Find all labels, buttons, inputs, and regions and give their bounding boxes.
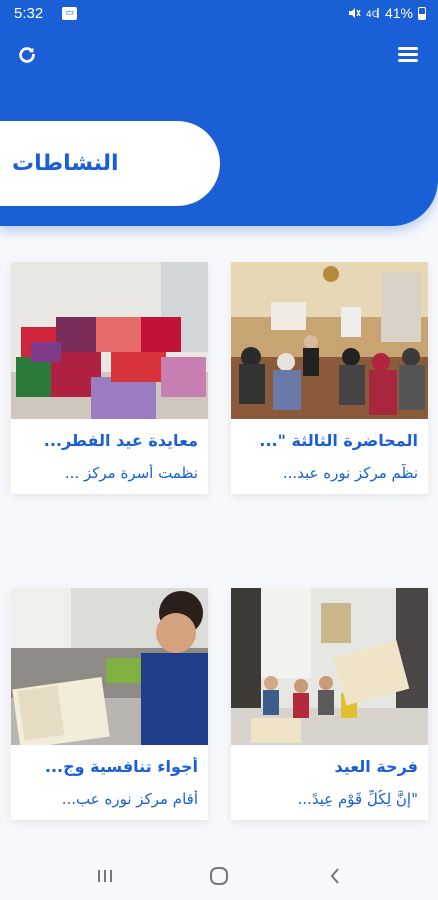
card-description: نظّم مركز نوره عبد... — [282, 464, 418, 482]
recents-icon — [98, 870, 112, 882]
battery-icon — [418, 6, 426, 20]
card-title: معايدة عيد الفطر... — [43, 431, 198, 450]
mute-icon — [348, 8, 361, 18]
page-title: النشاطات — [12, 151, 119, 176]
lecture-hall-photo — [231, 262, 428, 419]
home-button[interactable] — [204, 864, 234, 888]
svg-text:4G: 4G — [366, 10, 379, 20]
card-description: نظمت أسرة مركز ... — [64, 464, 198, 482]
children-reading-quran-photo — [231, 588, 428, 745]
menu-button[interactable] — [396, 44, 422, 66]
card-title: المحاضرة الثالثة "... — [259, 431, 418, 450]
activity-card[interactable]: أجواء تنافسية وج... أقام مركز نوره عب... — [11, 588, 208, 820]
back-icon — [330, 868, 339, 884]
activity-card[interactable]: فرحة العيد "إنَّ لِكُلِّ قَوْمٍ عِيدً... — [231, 588, 428, 820]
app-header: النشاطات — [0, 28, 438, 226]
card-title: أجواء تنافسية وج... — [44, 757, 198, 776]
activity-card[interactable]: معايدة عيد الفطر... نظمت أسرة مركز ... — [11, 262, 208, 494]
tv-icon: ▭ — [62, 7, 77, 20]
refresh-icon — [19, 47, 35, 63]
status-time: 5:32 — [14, 5, 44, 22]
recents-button[interactable] — [90, 864, 120, 888]
boy-reading-quran-photo — [11, 588, 208, 745]
card-description: أقام مركز نوره عب... — [61, 790, 198, 808]
page-title-pill: النشاطات — [0, 121, 220, 206]
system-nav-bar — [0, 850, 438, 900]
eid-gifts-bags-photo — [11, 262, 208, 419]
signal-icon: 4G — [366, 8, 379, 20]
battery-percent: 41% — [384, 5, 413, 21]
status-bar: 5:32 ▭ 4G 41% — [0, 0, 438, 28]
back-button[interactable] — [320, 864, 350, 888]
status-icons: 4G 41% — [347, 5, 426, 21]
refresh-button[interactable] — [14, 42, 40, 68]
card-title: فرحة العيد — [334, 757, 418, 776]
card-description: "إنَّ لِكُلِّ قَوْمٍ عِيدً... — [297, 790, 418, 808]
home-icon — [210, 867, 228, 885]
hamburger-menu-icon — [398, 47, 418, 50]
hamburger-line — [398, 53, 418, 56]
hamburger-line — [398, 59, 418, 62]
activity-card[interactable]: المحاضرة الثالثة "... نظّم مركز نوره عبد… — [231, 262, 428, 494]
